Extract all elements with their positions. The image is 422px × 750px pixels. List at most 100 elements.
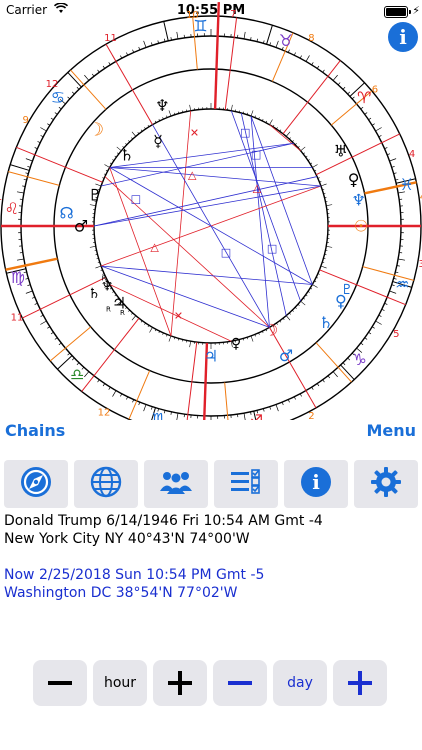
settings-button[interactable] xyxy=(354,460,418,508)
natal-cusp-line xyxy=(282,60,341,135)
degree-tick xyxy=(300,300,306,306)
natal-cusp-line xyxy=(105,43,153,125)
compass-button[interactable] xyxy=(4,460,68,508)
degree-tick xyxy=(389,158,397,162)
globe-button[interactable] xyxy=(74,460,138,508)
degree-tick xyxy=(40,127,47,132)
degree-tick xyxy=(97,379,100,383)
natal-line-2: New York City NY 40°43'N 74°00'W xyxy=(4,531,250,547)
cancer-glyph: ♋ xyxy=(51,88,65,107)
degree-tick xyxy=(231,104,233,111)
degree-tick xyxy=(16,258,24,261)
degree-tick xyxy=(364,112,368,115)
degree-tick xyxy=(25,290,33,294)
people-button[interactable] xyxy=(144,460,208,508)
degree-tick xyxy=(89,246,96,248)
aspect-line xyxy=(240,112,287,316)
day-unit-button[interactable]: day xyxy=(273,660,327,706)
day-plus-button[interactable] xyxy=(333,660,387,706)
house-number: 5 xyxy=(393,329,399,340)
moon-glyph: ☽ xyxy=(88,120,104,141)
aspect-symbol: □ xyxy=(240,126,250,139)
house-number: 1 xyxy=(0,192,2,203)
degree-tick xyxy=(375,320,382,325)
degree-tick xyxy=(54,112,58,115)
retrograde-marker: R xyxy=(102,274,107,282)
house-number: 3 xyxy=(419,259,422,270)
house-number: 12 xyxy=(98,407,111,418)
degree-tick xyxy=(243,413,246,420)
info-button-top[interactable]: i xyxy=(388,22,418,52)
virgo-glyph: ♍ xyxy=(11,268,25,287)
degree-tick xyxy=(285,315,291,321)
day-minus-button[interactable] xyxy=(213,660,267,706)
astrology-wheel-chart[interactable]: □△△□△✕□□□✕ ♊♉♈♓♒♑♐♏♎♍♌♋☽♆♄☿♇♂☊♆♃♅♆☉♀☽♀♄♂… xyxy=(0,0,422,420)
natal-cusp-line xyxy=(81,317,140,392)
uranus-glyph: ♆ xyxy=(155,96,169,115)
degree-tick xyxy=(102,383,106,387)
moon-transit-glyph: ☽ xyxy=(264,320,278,339)
degree-tick xyxy=(104,164,110,168)
aspect-symbol: ✕ xyxy=(190,126,199,139)
degree-tick xyxy=(97,69,100,73)
degree-tick xyxy=(360,342,364,346)
aspect-symbol: △ xyxy=(188,168,197,181)
checklist-icon xyxy=(228,465,264,503)
degree-tick xyxy=(327,375,331,379)
transit-line-2: Washington DC 38°54'N 77°02'W xyxy=(4,585,238,601)
saturn-transit-glyph: ♄ xyxy=(319,313,333,332)
degree-tick xyxy=(84,371,90,378)
sign-divider xyxy=(163,21,169,41)
degree-tick xyxy=(16,191,24,194)
degree-tick xyxy=(285,131,291,137)
degree-tick xyxy=(371,123,375,126)
transit-cusp-line xyxy=(8,171,60,186)
degree-tick xyxy=(371,326,375,329)
degree-tick xyxy=(316,383,320,387)
pisces-glyph: ♓ xyxy=(399,175,413,194)
transit-cusp-line xyxy=(128,370,151,420)
degree-tick xyxy=(269,119,273,125)
house-number: 2 xyxy=(308,411,314,420)
hour-minus-button[interactable] xyxy=(33,660,87,706)
scorpio-glyph: ♏ xyxy=(152,410,166,420)
neptune-transit-glyph: ♆ xyxy=(352,190,366,209)
natal-line-1: Donald Trump 6/14/1946 Fri 10:54 AM Gmt … xyxy=(4,513,323,529)
axis-line xyxy=(213,2,221,110)
hour-plus-button[interactable] xyxy=(153,660,207,706)
node-glyph: ☊ xyxy=(59,204,73,223)
retrograde-marker: R xyxy=(106,305,111,313)
degree-tick xyxy=(320,265,327,269)
sign-divider xyxy=(266,25,273,45)
aspect-symbol: △ xyxy=(253,181,262,194)
chains-link[interactable]: Chains xyxy=(5,421,65,440)
checklist-button[interactable] xyxy=(214,460,278,508)
degree-tick xyxy=(320,183,327,187)
mars-transit-glyph: ♂ xyxy=(279,346,293,365)
degree-tick xyxy=(322,379,325,383)
sagittarius-glyph: ♐ xyxy=(249,411,263,420)
degree-tick xyxy=(189,341,191,348)
hour-unit-button[interactable]: hour xyxy=(93,660,147,706)
people-icon xyxy=(156,465,196,503)
degree-tick xyxy=(76,86,80,90)
degree-tick xyxy=(108,62,111,66)
degree-tick xyxy=(316,65,320,69)
house-number: 11 xyxy=(11,312,24,323)
degree-tick xyxy=(360,106,364,110)
sun-glyph: ☉ xyxy=(354,216,368,235)
day-label: day xyxy=(287,675,313,691)
aspect-symbol: □ xyxy=(131,193,141,206)
degree-tick xyxy=(312,284,318,288)
degree-tick xyxy=(50,331,54,335)
degree-tick xyxy=(58,342,62,346)
info-button[interactable]: i xyxy=(284,460,348,508)
menu-link[interactable]: Menu xyxy=(366,421,416,440)
retrograde-marker: R xyxy=(120,309,125,317)
aspect-symbol: □ xyxy=(251,148,261,161)
pluto-transit-glyph: ♇ xyxy=(341,282,354,298)
natal-cusp-line xyxy=(269,327,317,409)
degree-tick xyxy=(112,390,117,397)
pluto-glyph: ♇ xyxy=(88,185,102,204)
degree-tick xyxy=(368,117,372,121)
